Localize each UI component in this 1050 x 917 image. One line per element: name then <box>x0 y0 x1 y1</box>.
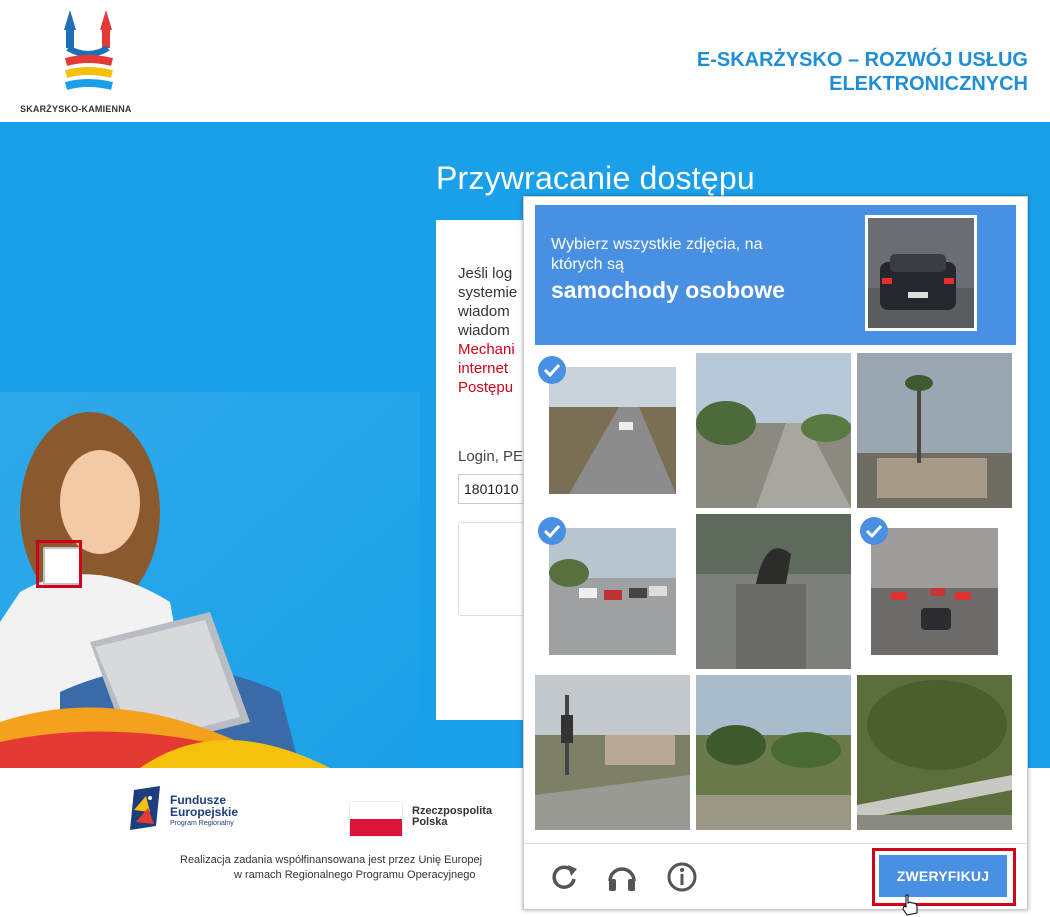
checkbox-highlight <box>36 540 82 588</box>
eu-funds-text-2: Europejskie <box>170 805 239 819</box>
hand-cursor-icon <box>902 894 918 916</box>
site-title-line2: ELEKTRONICZNYCH <box>829 73 1028 95</box>
poland-text-2: Polska <box>412 816 448 828</box>
selected-check-icon <box>538 517 566 545</box>
audio-icon[interactable] <box>604 859 640 895</box>
challenge-tile-palm-street[interactable] <box>696 353 851 508</box>
challenge-tile-statue[interactable] <box>696 514 851 669</box>
verify-highlight <box>872 848 1016 906</box>
challenge-tile-guardrail-trees[interactable] <box>857 675 1012 830</box>
challenge-tile-traffic-light-houses[interactable] <box>535 675 690 830</box>
tile-image <box>857 675 1012 830</box>
reload-icon[interactable] <box>546 859 582 895</box>
challenge-prompt-1: Wybierz wszystkie zdjęcia, na <box>551 236 763 253</box>
tile-image <box>696 353 851 508</box>
popup-divider <box>524 843 1027 844</box>
tile-image <box>535 675 690 830</box>
logo-text: SKARŻYSKO-KAMIENNA <box>20 104 132 114</box>
sample-car-icon <box>868 218 974 328</box>
eu-funds-logo-icon <box>130 786 160 830</box>
selected-check-icon <box>538 356 566 384</box>
tile-image <box>549 528 676 655</box>
eu-funds-text-3: Program Regionalny <box>170 820 234 827</box>
page-title: Przywracanie dostępu <box>436 160 755 196</box>
challenge-header: Wybierz wszystkie zdjęcia, na których są… <box>535 205 1016 345</box>
tile-image <box>871 528 998 655</box>
tile-image <box>549 367 676 494</box>
challenge-tile-traffic-intersection[interactable] <box>535 514 690 669</box>
info-icon[interactable] <box>664 859 700 895</box>
login-label: Login, PE <box>458 448 524 465</box>
challenge-tile-car-traffic-dusk[interactable] <box>857 514 1012 669</box>
site-title-line1: E-SKARŻYSKO – ROZWÓJ USŁUG <box>696 49 1028 71</box>
sample-car-image <box>865 215 977 331</box>
site-title: E-SKARŻYSKO – ROZWÓJ USŁUG ELEKTRONICZNY… <box>608 48 1028 96</box>
selected-check-icon <box>860 517 888 545</box>
challenge-tile-road-highway[interactable] <box>535 353 690 508</box>
tile-image <box>696 514 851 669</box>
recaptcha-challenge-popup: Wybierz wszystkie zdjęcia, na których są… <box>523 196 1028 916</box>
challenge-tile-palm-park[interactable] <box>696 675 851 830</box>
challenge-tile-palm-house[interactable] <box>857 353 1012 508</box>
tile-image <box>857 353 1012 508</box>
footer-note-1: Realizacja zadania współfinansowana jest… <box>180 854 483 866</box>
tile-image <box>696 675 851 830</box>
poland-flag-icon <box>350 802 402 836</box>
challenge-prompt-2: których są <box>551 256 624 273</box>
challenge-target: samochody osobowe <box>551 277 785 303</box>
site-header: SKARŻYSKO-KAMIENNA E-SKARŻYSKO – ROZWÓJ … <box>0 0 1050 122</box>
footer-note-2: w ramach Regionalnego Programu Operacyjn… <box>234 869 476 881</box>
